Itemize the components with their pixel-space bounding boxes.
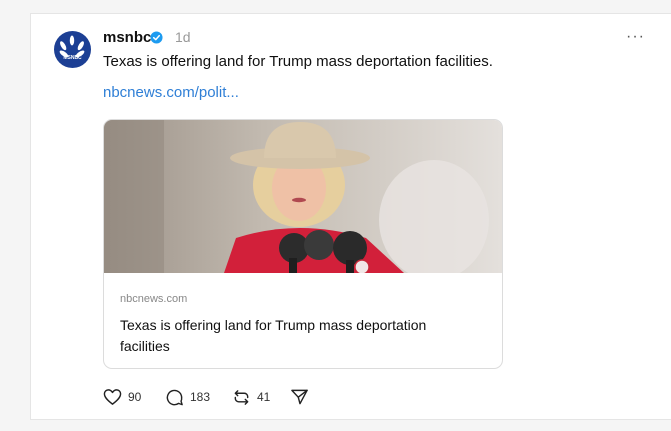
reply-icon [166, 389, 183, 405]
username[interactable]: msnbc [103, 29, 151, 46]
like-count: 90 [128, 390, 142, 404]
card-title[interactable]: Texas is offering land for Trump mass de… [120, 315, 480, 357]
card-domain: nbcnews.com [120, 293, 188, 305]
reply-button[interactable]: 183 [165, 387, 210, 407]
post-card[interactable]: MSNBC msnbc 1d ··· Texas is offering lan… [30, 13, 671, 420]
avatar-label: MSNBC [63, 55, 82, 61]
repost-count: 41 [257, 390, 271, 404]
avatar[interactable]: MSNBC [54, 31, 91, 68]
nbc-peacock-icon: MSNBC [59, 35, 85, 61]
reply-count: 183 [190, 390, 211, 404]
post-link[interactable]: nbcnews.com/polit... [103, 84, 239, 101]
post-time[interactable]: 1d [175, 29, 191, 45]
share-icon [291, 389, 308, 405]
post-text: Texas is offering land for Trump mass de… [103, 53, 493, 70]
verified-icon [150, 31, 163, 44]
like-button[interactable]: 90 [103, 387, 141, 407]
repost-icon [234, 389, 249, 405]
repost-button[interactable]: 41 [232, 387, 270, 407]
link-preview-card[interactable]: nbcnews.com Texas is offering land for T… [103, 119, 503, 369]
preview-image [104, 120, 502, 273]
share-button[interactable] [290, 387, 309, 407]
more-icon[interactable]: ··· [626, 28, 645, 46]
heart-icon [103, 389, 122, 405]
